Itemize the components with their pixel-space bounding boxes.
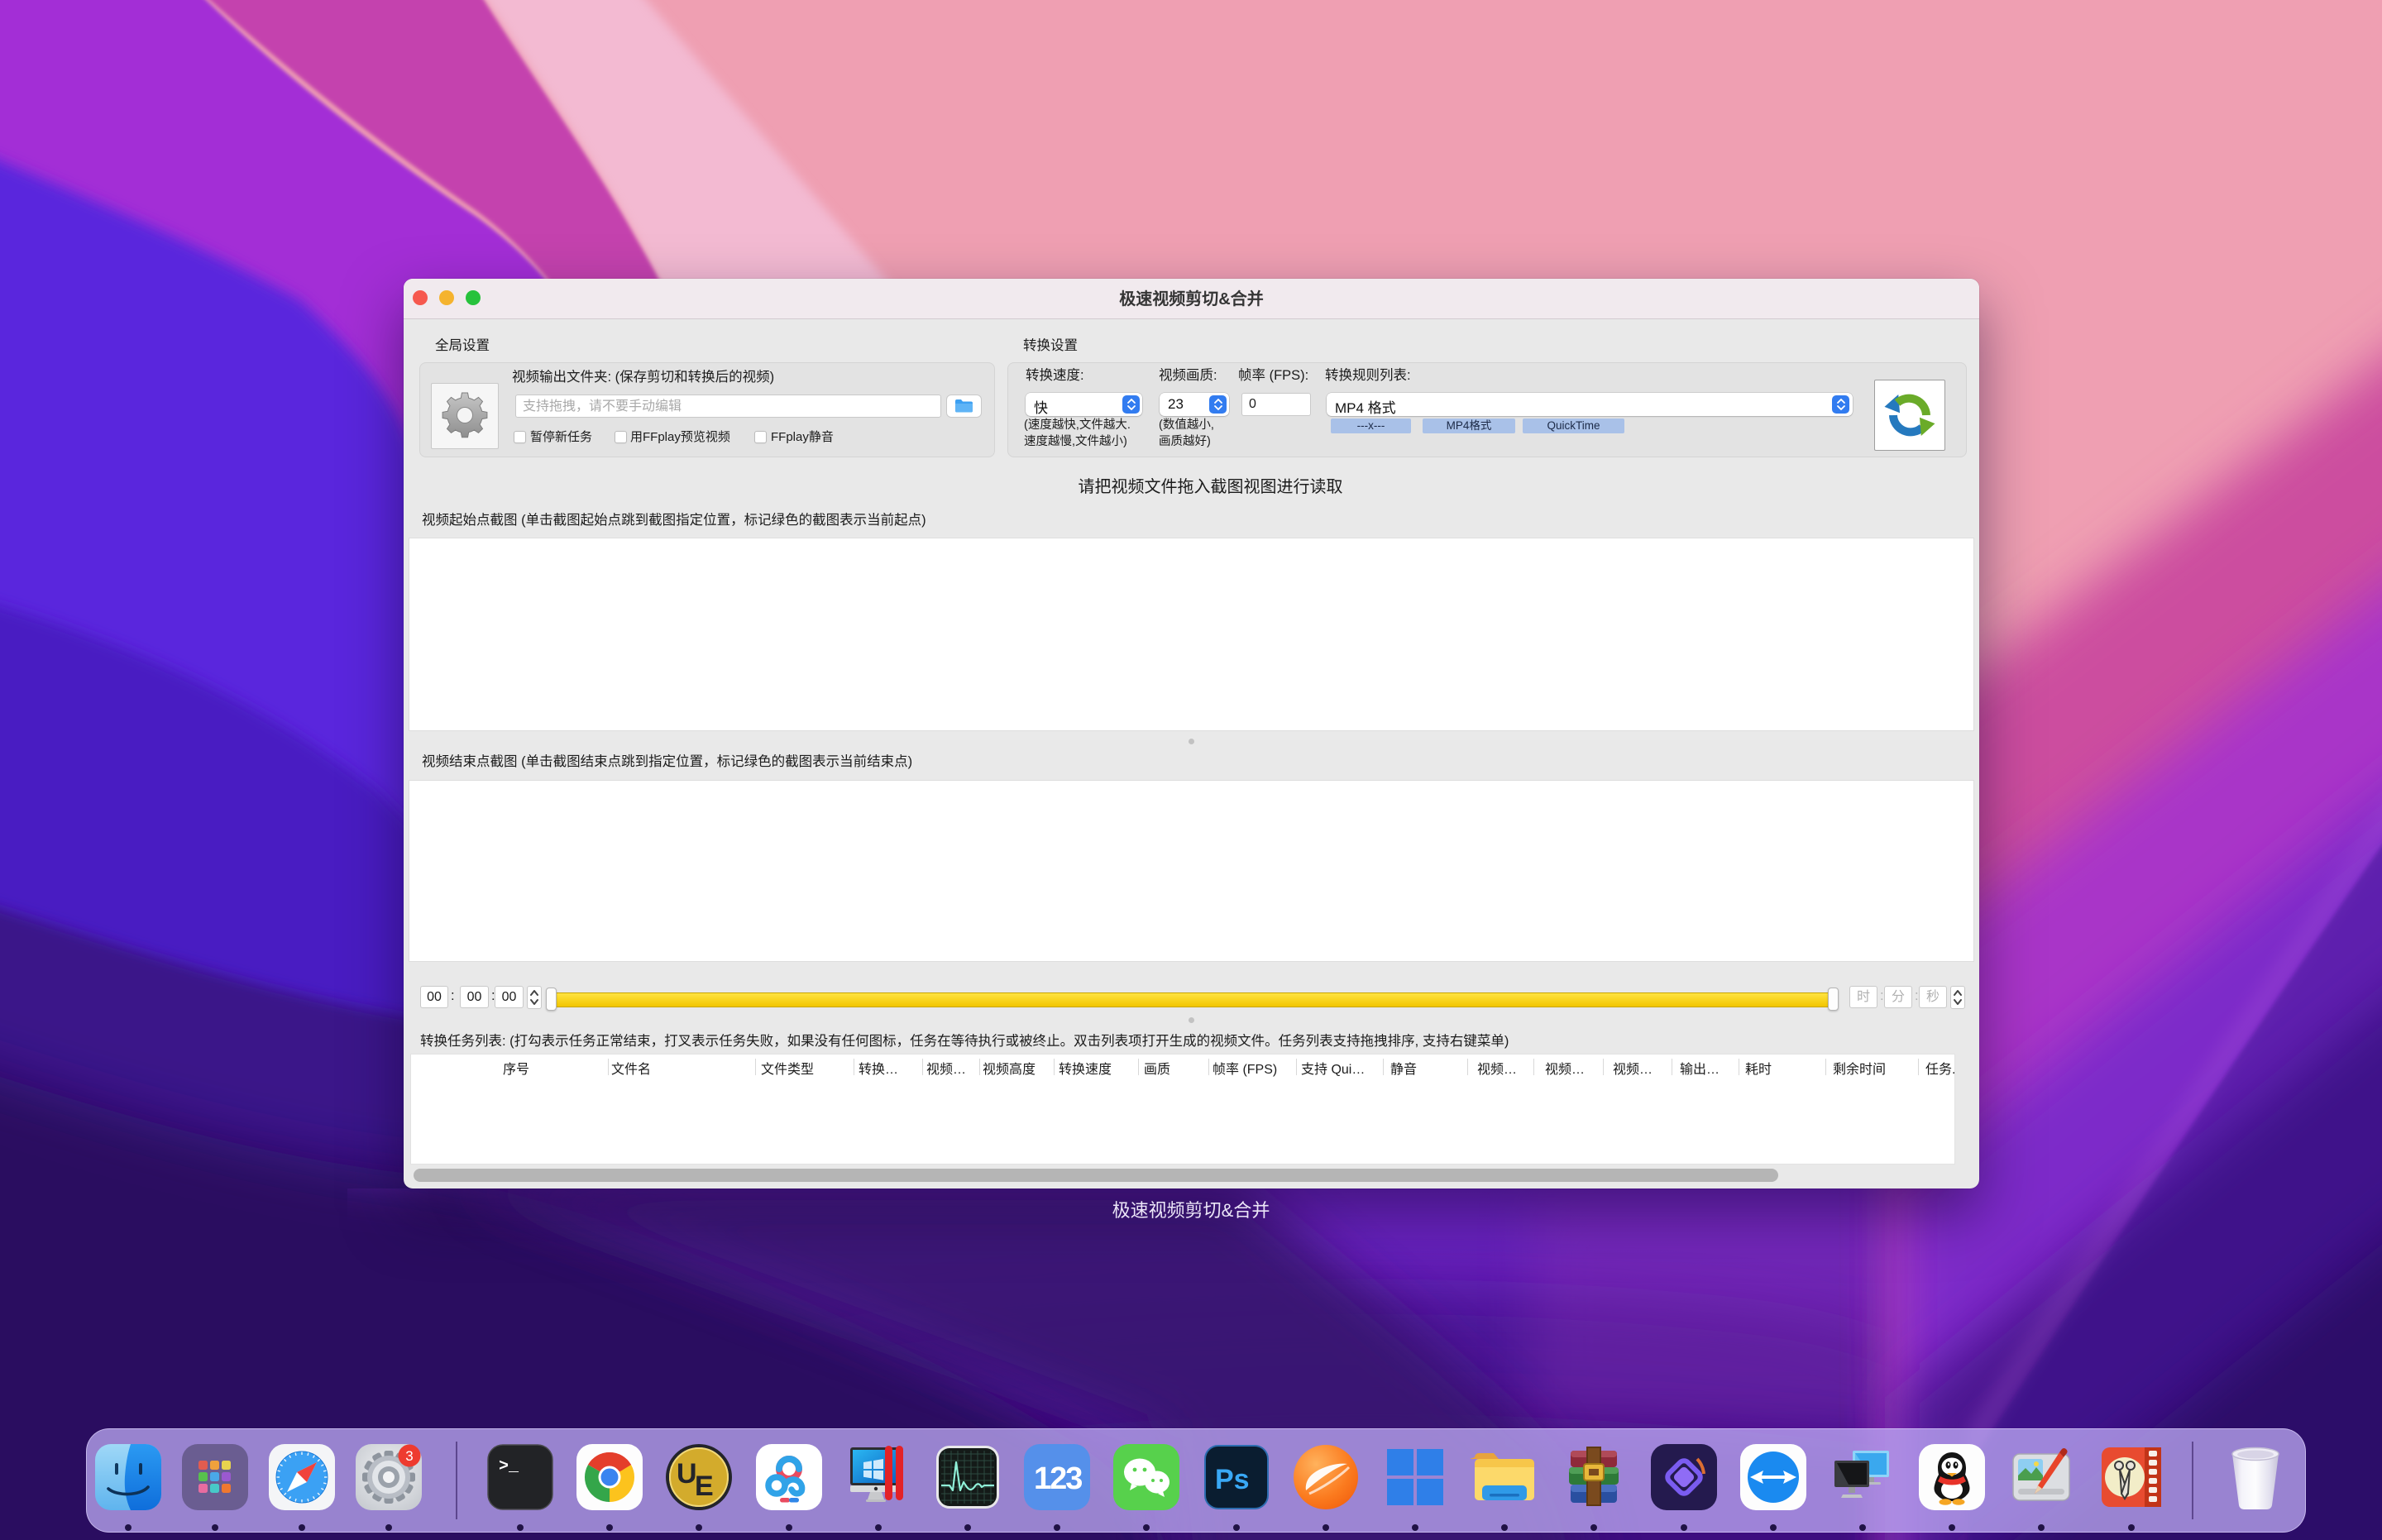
svg-text:3: 3: [405, 1448, 413, 1464]
svg-text:U: U: [677, 1458, 697, 1490]
svg-text:Ps: Ps: [1215, 1464, 1250, 1495]
svg-text:E: E: [695, 1471, 714, 1502]
svg-text:123: 123: [1034, 1461, 1082, 1496]
svg-text:>_: >_: [499, 1457, 519, 1476]
